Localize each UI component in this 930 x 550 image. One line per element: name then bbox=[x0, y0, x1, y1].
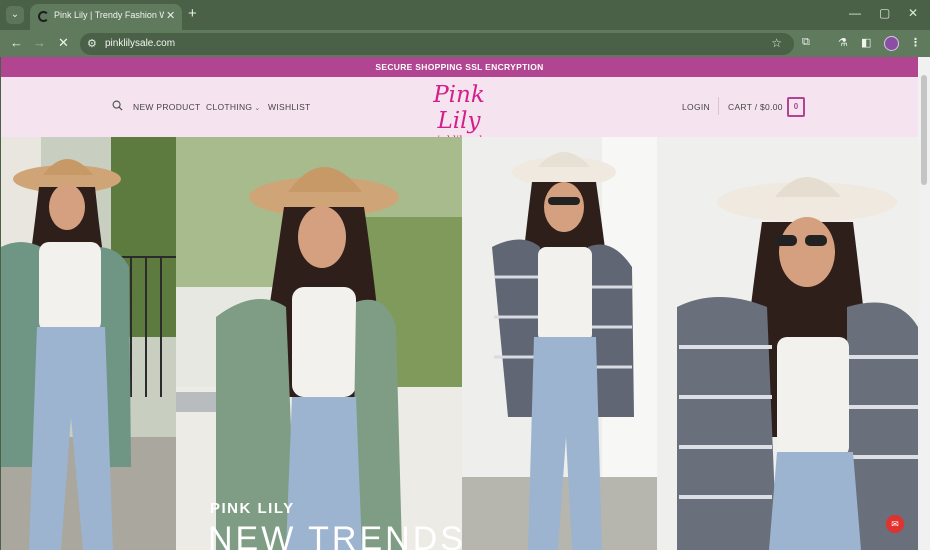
browser-toolbar: ← → ✕ ⚙ pinklilysale.com ☆ ⧉ ⚗ ◧ ⋮ bbox=[0, 30, 930, 57]
new-tab-button[interactable]: + bbox=[188, 6, 197, 22]
web-page: SECURE SHOPPING SSL ENCRYPTION NEW PRODU… bbox=[1, 57, 918, 550]
cart-count-badge[interactable]: 0 bbox=[787, 97, 805, 117]
tab-search-button[interactable]: ⌄ bbox=[6, 6, 24, 24]
chat-widget-button[interactable]: ✉ bbox=[886, 515, 904, 533]
forward-icon[interactable]: → bbox=[33, 35, 46, 50]
cart-link[interactable]: CART / $0.00 bbox=[728, 102, 783, 112]
chevron-down-icon: ⌄ bbox=[254, 105, 261, 112]
extensions-icon[interactable]: ⧉ bbox=[802, 36, 810, 49]
loading-spinner-icon bbox=[38, 11, 49, 22]
nav-new-product[interactable]: NEW PRODUCT bbox=[133, 102, 201, 112]
labs-icon[interactable]: ⚗ bbox=[838, 36, 848, 49]
maximize-button[interactable]: ▢ bbox=[879, 6, 890, 20]
page-scrollbar[interactable] bbox=[918, 57, 930, 550]
nav-wishlist[interactable]: WISHLIST bbox=[268, 102, 311, 112]
scrollbar-thumb[interactable] bbox=[921, 75, 927, 185]
nav-clothing[interactable]: CLOTHING ⌄ bbox=[206, 102, 261, 112]
bookmark-star-icon[interactable]: ☆ bbox=[771, 36, 782, 50]
site-logo[interactable]: Pink Lily pinklilysale bbox=[413, 82, 505, 146]
side-panel-icon[interactable]: ◧ bbox=[861, 36, 871, 49]
browser-tab[interactable]: Pink Lily | Trendy Fashion Wom ✕ bbox=[30, 4, 182, 30]
promo-bar: SECURE SHOPPING SSL ENCRYPTION bbox=[1, 57, 918, 77]
menu-icon[interactable]: ⋮ bbox=[910, 36, 921, 49]
profile-avatar[interactable] bbox=[884, 36, 899, 51]
chat-icon: ✉ bbox=[891, 519, 899, 529]
tab-title: Pink Lily | Trendy Fashion Wom bbox=[54, 10, 164, 20]
nav-clothing-label: CLOTHING bbox=[206, 102, 253, 112]
search-icon[interactable] bbox=[112, 100, 123, 111]
stop-loading-icon[interactable]: ✕ bbox=[58, 35, 69, 51]
close-window-button[interactable]: ✕ bbox=[908, 6, 918, 20]
hero-photo-1 bbox=[1, 137, 176, 550]
hero-photo-4 bbox=[657, 137, 918, 550]
address-bar[interactable]: ⚙ pinklilysale.com ☆ bbox=[80, 33, 794, 55]
back-icon[interactable]: ← bbox=[10, 35, 23, 50]
site-info-icon[interactable]: ⚙ bbox=[87, 37, 97, 50]
login-link[interactable]: LOGIN bbox=[682, 102, 710, 112]
minimize-button[interactable]: — bbox=[849, 6, 861, 20]
hero-photo-3 bbox=[462, 137, 657, 550]
tab-close-icon[interactable]: ✕ bbox=[166, 9, 175, 22]
hero-kicker: PINK LILY bbox=[210, 500, 295, 517]
hero-photo-2 bbox=[176, 137, 462, 550]
url-text[interactable]: pinklilysale.com bbox=[105, 38, 175, 49]
site-header: NEW PRODUCT CLOTHING ⌄ WISHLIST Pink Lily… bbox=[1, 77, 918, 146]
hero-title: NEW TRENDS bbox=[208, 520, 466, 550]
browser-titlebar: ⌄ Pink Lily | Trendy Fashion Wom ✕ + — ▢… bbox=[0, 0, 930, 30]
hero-banner[interactable]: PINK LILY NEW TRENDS ✉ bbox=[1, 137, 918, 550]
logo-wordmark: Pink Lily bbox=[433, 82, 485, 134]
header-divider bbox=[718, 97, 719, 115]
chevron-down-icon: ⌄ bbox=[10, 9, 20, 20]
